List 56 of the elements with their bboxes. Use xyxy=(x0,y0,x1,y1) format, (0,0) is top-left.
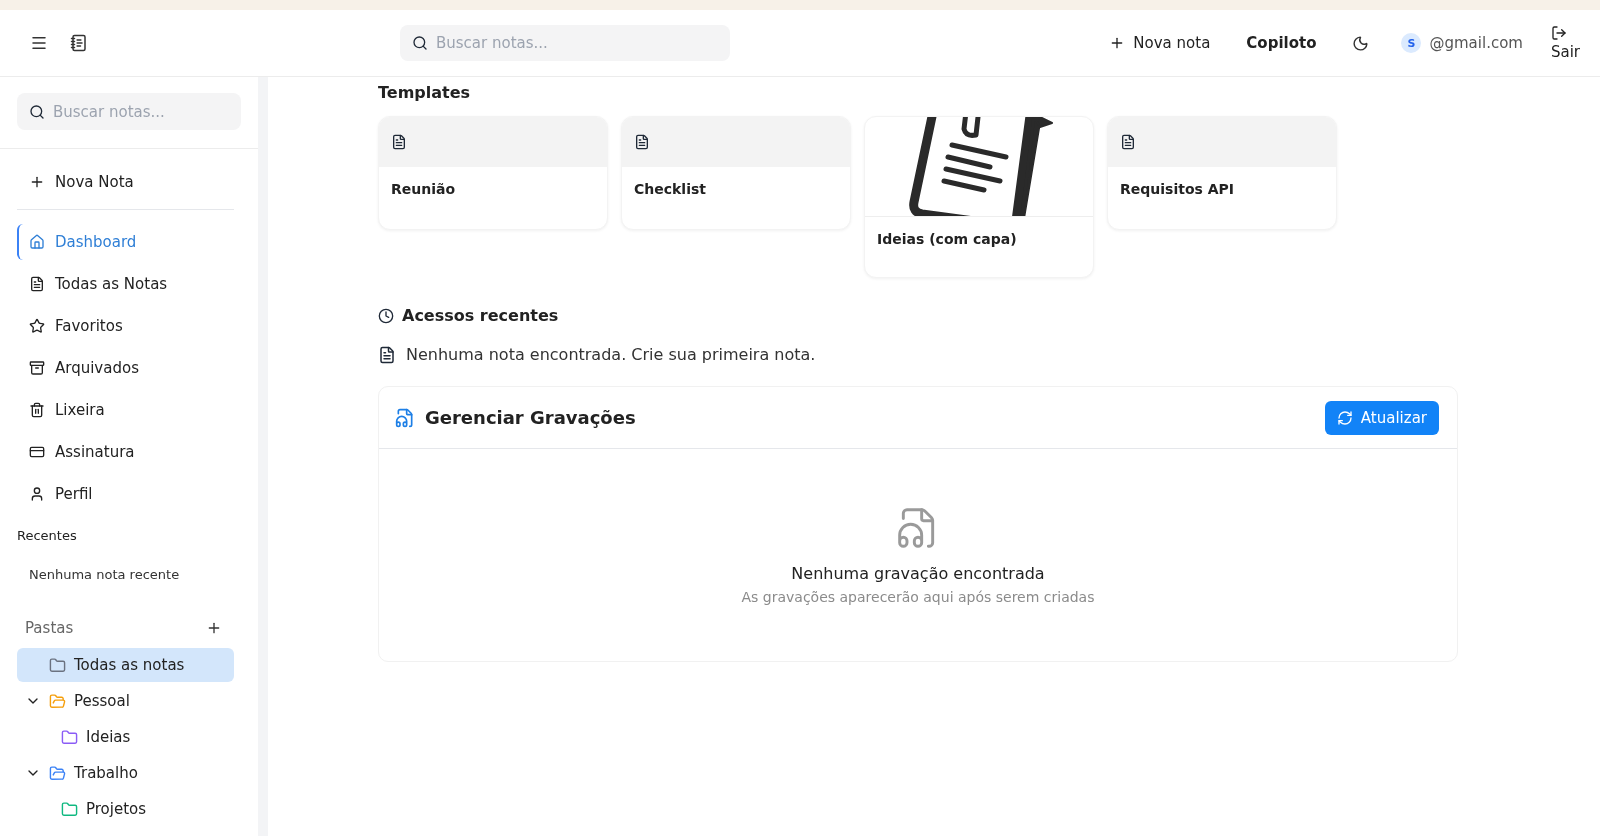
search-field[interactable]: Buscar notas... xyxy=(400,25,730,61)
folder-item[interactable]: Todas as notas xyxy=(17,648,234,682)
refresh-icon xyxy=(1336,409,1353,426)
folder-item[interactable]: Projetos xyxy=(17,792,234,826)
nav-item[interactable]: Dashboard xyxy=(17,224,234,260)
logout-icon xyxy=(1550,25,1567,41)
empty-message: Nenhuma nota recente xyxy=(28,567,181,582)
template-card[interactable]: Requisitos API xyxy=(1107,116,1337,230)
search-icon xyxy=(29,103,45,120)
empty-subtitle: As gravações aparecerão aqui após serem criadas xyxy=(741,588,1095,605)
nav-item[interactable]: Favoritos xyxy=(17,308,234,344)
template-title: Ideias (com capa) xyxy=(876,230,1018,249)
section-title: Acessos recentes xyxy=(402,306,559,325)
refresh-button[interactable]: Atualizar xyxy=(1324,400,1439,435)
document-icon xyxy=(1120,134,1136,150)
user-avatar: S xyxy=(1401,33,1422,53)
nav-item[interactable]: Lixeira xyxy=(17,392,234,428)
folder-item[interactable]: Ideias xyxy=(17,720,234,754)
audio-file-icon xyxy=(395,407,415,428)
nav-item[interactable]: Perfil xyxy=(17,476,234,512)
document-icon xyxy=(378,345,396,364)
user-icon xyxy=(29,486,45,502)
empty-message: Nenhuma nota encontrada. Crie sua primeira nota. xyxy=(406,345,816,364)
section-title: Templates xyxy=(378,83,472,102)
template-title: Requisitos API xyxy=(1119,180,1236,199)
document-icon xyxy=(391,134,407,150)
template-card[interactable]: Checklist xyxy=(621,116,851,230)
archive-icon xyxy=(29,360,45,376)
search-icon xyxy=(412,35,428,51)
nav-item[interactable]: Arquivados xyxy=(17,350,234,386)
card-icon xyxy=(29,444,45,460)
template-card[interactable]: Reunião xyxy=(378,116,608,230)
section-title: Recentes xyxy=(17,528,78,543)
folder-item[interactable]: Trabalho xyxy=(17,756,234,790)
nav-item[interactable]: Assinatura xyxy=(17,434,234,470)
user-email: @gmail.com xyxy=(1429,34,1523,52)
document-icon xyxy=(29,276,45,292)
panel-title: Gerenciar Gravações xyxy=(425,407,636,428)
section-title: Pastas xyxy=(25,619,74,637)
template-title: Checklist xyxy=(633,180,707,199)
new-note-button[interactable]: Nova nota xyxy=(1105,30,1215,56)
search-field[interactable]: Buscar notas... xyxy=(17,93,241,130)
plus-icon xyxy=(29,174,45,190)
empty-title: Nenhuma gravação encontrada xyxy=(791,563,1045,583)
folder-item[interactable]: Pessoal xyxy=(17,684,234,718)
template-card[interactable]: Ideias (com capa) xyxy=(864,116,1094,278)
trash-icon xyxy=(29,402,45,418)
clock-icon xyxy=(378,307,394,324)
nav-item[interactable]: Todas as Notas xyxy=(17,266,234,302)
copilot-button[interactable]: Copiloto xyxy=(1242,30,1321,56)
star-icon xyxy=(29,318,45,334)
logout-button[interactable]: Sair xyxy=(1550,25,1580,61)
document-icon xyxy=(634,134,650,150)
new-note-button[interactable]: Nova Nota xyxy=(17,163,234,201)
home-icon xyxy=(29,234,45,250)
template-title: Reunião xyxy=(390,180,457,199)
